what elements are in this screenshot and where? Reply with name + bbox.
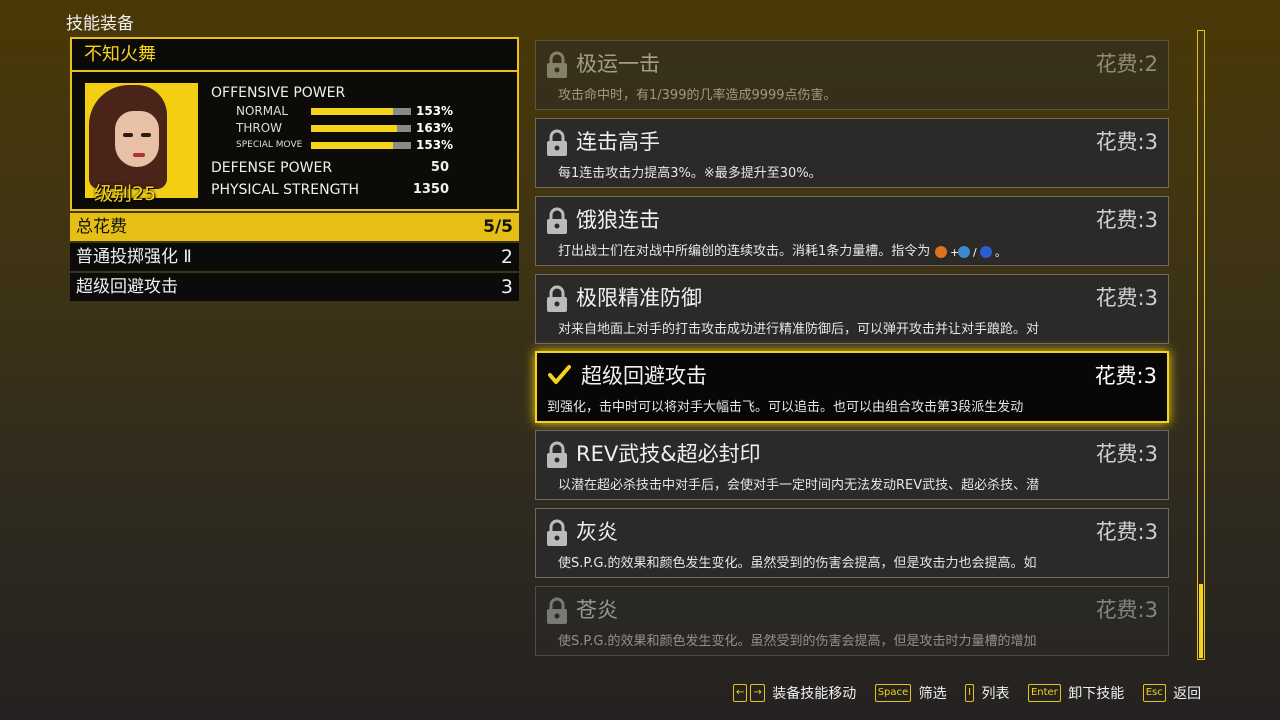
skill-cost: 花费:3 [1094,364,1157,388]
stats-block: OFFENSIVE POWER NORMAL 153% THROW 163% S… [211,83,511,201]
skill-card[interactable]: 极运一击 花费:2 攻击命中时，有1/399的几率造成9999点伤害。 [535,40,1169,110]
skill-cost: 花费:3 [1095,442,1158,466]
stat-bar [311,142,411,149]
hint-label: 筛选 [918,686,947,702]
space-key-icon: Space [874,684,912,702]
scrollbar-thumb[interactable] [1199,584,1203,658]
skill-description: 对来自地面上对手的打击攻击成功进行精准防御后，可以弹开攻击并让对手踉跄。对 [558,322,1040,337]
skill-description: 以潜在超必杀技击中对手后，会使对手一定时间内无法发动REV武技、超必杀技、潜 [558,478,1040,493]
stat-label: THROW [236,121,283,135]
esc-key-icon: Esc [1142,684,1166,702]
total-cost-row: 总花费 5/5 [70,213,519,241]
stat-throw: THROW 163% [211,120,511,137]
svg-text:+: + [950,246,959,259]
stat-special-move: SPECIAL MOVE 153% [211,137,511,154]
skill-name: 灰炎 [576,520,618,544]
stat-bar [311,108,411,115]
skill-name: 饿狼连击 [576,208,660,232]
hint-unequip[interactable]: Enter 卸下技能 [1027,683,1125,703]
skill-name: 苍炎 [576,598,618,622]
hint-back[interactable]: Esc 返回 [1142,683,1202,703]
command-icons: + / 。 [935,245,1006,259]
lock-icon [547,597,567,624]
stat-value: 163% [416,121,454,135]
skill-cost: 花费:3 [1095,286,1158,310]
skill-card[interactable]: 极限精准防御 花费:3 对来自地面上对手的打击攻击成功进行精准防御后，可以弹开攻… [535,274,1169,344]
hint-list[interactable]: I 列表 [965,683,1009,703]
hint-label: 返回 [1173,686,1202,702]
equipped-skill-cost: 2 [500,246,513,268]
enter-key-icon: Enter [1027,684,1061,702]
character-level: 级别25 [94,183,157,205]
equipped-skill-row[interactable]: 普通投掷强化 Ⅱ 2 [70,243,519,271]
equipped-skill-name: 普通投掷强化 Ⅱ [76,247,192,267]
svg-text:。: 。 [995,246,1004,259]
hint-label: 卸下技能 [1068,686,1125,702]
stat-value: 153% [416,104,454,118]
strength-label: PHYSICAL STRENGTH [211,182,360,198]
skill-name: REV武技&超必封印 [576,442,761,466]
skill-card[interactable]: 连击高手 花费:3 每1连击攻击力提高3%。※最多提升至30%。 [535,118,1169,188]
lock-icon [547,285,567,312]
skill-card[interactable]: REV武技&超必封印 花费:3 以潜在超必杀技击中对手后，会使对手一定时间内无法… [535,430,1169,500]
right-arrow-key-icon: → [750,684,765,702]
character-panel: 不知火舞 级别25 OFFENSIVE POWER NORMAL 153% TH… [70,37,519,211]
strength-value: 1350 [412,182,449,197]
stat-value: 153% [416,138,454,152]
skill-card[interactable]: 饿狼连击 花费:3 打出战士们在对战中所编创的连续攻击。消耗1条力量槽。指令为 … [535,196,1169,266]
equipped-skill-row[interactable]: 超级回避攻击 3 [70,273,519,301]
svg-text:/: / [973,246,977,259]
hint-move[interactable]: ← → 装备技能移动 [733,683,856,703]
defense-value: 50 [430,160,449,175]
lock-icon [547,129,567,156]
hint-label: 列表 [981,686,1010,702]
skill-cost: 花费:3 [1095,520,1158,544]
stat-label: NORMAL [236,104,289,118]
skill-name: 连击高手 [576,130,660,154]
offensive-power-label: OFFENSIVE POWER [211,85,346,101]
defense-label: DEFENSE POWER [211,160,333,176]
skill-cost: 花费:3 [1095,208,1158,232]
stat-bar [311,125,411,132]
skill-name: 极运一击 [576,52,660,76]
defense-power: DEFENSE POWER 50 [211,157,511,179]
skill-card[interactable]: 灰炎 花费:3 使S.P.G.的效果和颜色发生变化。虽然受到的伤害会提高，但是攻… [535,508,1169,578]
hint-filter[interactable]: Space 筛选 [874,683,947,703]
lock-icon [547,51,567,78]
skill-name: 超级回避攻击 [581,364,707,388]
physical-strength: PHYSICAL STRENGTH 1350 [211,179,511,201]
equipped-skill-cost: 3 [500,276,513,298]
skill-description: 攻击命中时，有1/399的几率造成9999点伤害。 [558,88,837,103]
skill-cost: 花费:2 [1095,52,1158,76]
lock-icon [547,519,567,546]
skill-cost: 花费:3 [1095,598,1158,622]
total-cost-label: 总花费 [76,217,127,237]
i-key-icon: I [965,684,975,702]
skill-name: 极限精准防御 [576,286,702,310]
scrollbar[interactable] [1197,30,1205,660]
total-cost-value: 5/5 [483,217,513,237]
stat-label: SPECIAL MOVE [236,140,303,150]
skill-card[interactable]: 苍炎 花费:3 使S.P.G.的效果和颜色发生变化。虽然受到的伤害会提高，但是攻… [535,586,1169,656]
checkmark-icon [548,365,571,384]
footer-hints: ← → 装备技能移动 Space 筛选 I 列表 Enter 卸下技能 Esc 返… [733,683,1201,705]
screen-title: 技能装备 [66,14,134,34]
hint-label: 装备技能移动 [772,686,857,702]
skill-description: 使S.P.G.的效果和颜色发生变化。虽然受到的伤害会提高，但是攻击时力量槽的增加 [558,634,1037,649]
skill-description: 打出战士们在对战中所编创的连续攻击。消耗1条力量槽。指令为 + / 。 [558,240,1156,259]
skill-description: 每1连击攻击力提高3%。※最多提升至30%。 [558,166,822,181]
lock-icon [547,441,567,468]
left-arrow-key-icon: ← [733,684,748,702]
skill-cost: 花费:3 [1095,130,1158,154]
character-name: 不知火舞 [72,39,517,72]
skill-description: 到强化，击中时可以将对手大幅击飞。可以追击。也可以由组合攻击第3段派生发动 [547,400,1024,415]
skill-card-selected[interactable]: 超级回避攻击 花费:3 到强化，击中时可以将对手大幅击飞。可以追击。也可以由组合… [535,351,1169,423]
lock-icon [547,207,567,234]
stat-normal: NORMAL 153% [211,103,511,120]
equipped-skill-name: 超级回避攻击 [76,277,178,297]
skill-description: 使S.P.G.的效果和颜色发生变化。虽然受到的伤害会提高，但是攻击力也会提高。如 [558,556,1037,571]
